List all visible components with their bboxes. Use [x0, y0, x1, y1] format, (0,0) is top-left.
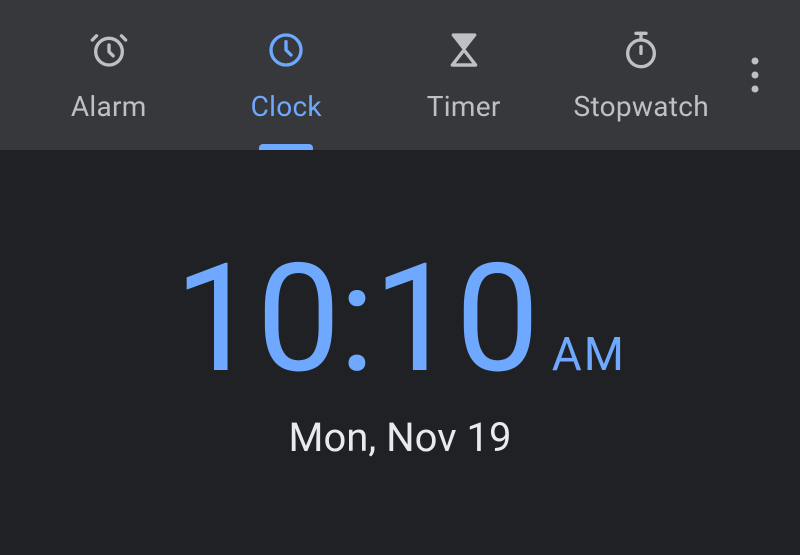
tab-label-timer: Timer — [427, 90, 501, 123]
overflow-menu-button[interactable] — [730, 0, 780, 150]
tab-label-clock: Clock — [251, 90, 322, 123]
alarm-icon — [87, 28, 131, 72]
tab-clock[interactable]: Clock — [198, 0, 376, 150]
timer-icon — [442, 28, 486, 72]
tab-label-alarm: Alarm — [71, 90, 147, 123]
time-row: 10:10 AM — [174, 244, 626, 394]
stopwatch-icon — [619, 28, 663, 72]
tab-timer[interactable]: Timer — [375, 0, 553, 150]
tab-bar: Alarm Clock Timer — [0, 0, 800, 150]
current-date: Mon, Nov 19 — [289, 414, 512, 461]
active-tab-indicator — [259, 144, 313, 150]
tab-stopwatch[interactable]: Stopwatch — [553, 0, 731, 150]
clock-display: 10:10 AM Mon, Nov 19 — [0, 150, 800, 555]
tab-label-stopwatch: Stopwatch — [574, 90, 709, 123]
am-pm-indicator: AM — [552, 328, 626, 382]
tab-alarm[interactable]: Alarm — [20, 0, 198, 150]
clock-icon — [264, 28, 308, 72]
more-vert-icon — [751, 56, 759, 94]
current-time: 10:10 — [174, 244, 538, 394]
